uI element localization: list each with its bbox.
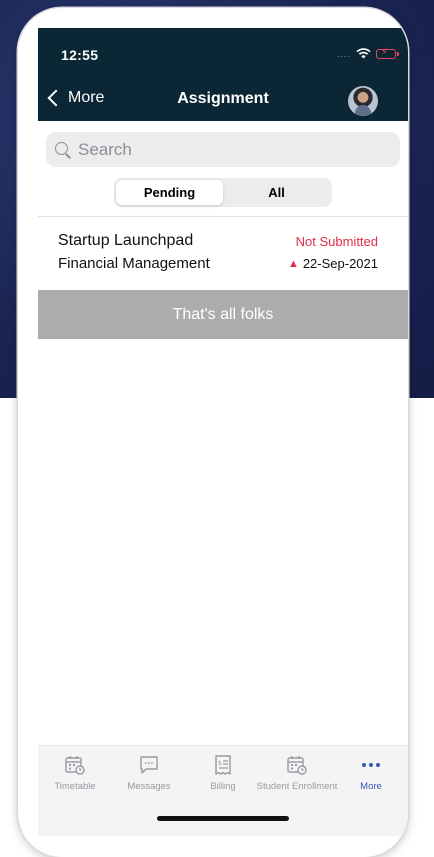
calendar-clock-icon bbox=[286, 754, 308, 776]
warning-icon: ▲ bbox=[287, 257, 299, 270]
svg-text:$: $ bbox=[218, 760, 222, 767]
submission-status: Not Submitted bbox=[295, 234, 378, 249]
app-header: 12:55 .... ⚡ More Assignment bbox=[38, 28, 408, 121]
divider bbox=[38, 216, 408, 217]
phone-frame: 12:55 .... ⚡ More Assignment Search Pend… bbox=[18, 8, 408, 857]
status-icons: .... ⚡ bbox=[336, 47, 399, 59]
assignment-subject: Financial Management bbox=[58, 255, 210, 272]
tab-messages[interactable]: Messages bbox=[112, 754, 186, 792]
chat-bubble-icon bbox=[138, 754, 160, 776]
status-time: 12:55 bbox=[61, 47, 99, 63]
search-icon bbox=[54, 141, 72, 159]
tab-timetable[interactable]: Timetable bbox=[38, 754, 112, 792]
battery-charging-icon: ⚡ bbox=[376, 47, 399, 59]
more-dots-icon bbox=[360, 754, 382, 776]
tab-label: More bbox=[360, 781, 382, 792]
segment-pending[interactable]: Pending bbox=[116, 180, 223, 205]
tab-billing[interactable]: $ Billing bbox=[186, 754, 260, 792]
tab-label: Timetable bbox=[54, 781, 96, 792]
tab-bar: Timetable Messages $ Billing Student Enr… bbox=[38, 745, 408, 836]
tab-label: Billing bbox=[210, 781, 236, 792]
tab-more[interactable]: More bbox=[334, 754, 408, 792]
user-avatar[interactable] bbox=[348, 86, 378, 116]
calendar-clock-icon bbox=[64, 754, 86, 776]
tab-items: Timetable Messages $ Billing Student Enr… bbox=[38, 754, 408, 792]
app-screen: 12:55 .... ⚡ More Assignment Search Pend… bbox=[38, 28, 408, 836]
search-bar[interactable] bbox=[46, 132, 400, 167]
tab-student-enrollment[interactable]: Student Enrollment bbox=[257, 754, 337, 792]
signal-icon: .... bbox=[336, 48, 351, 59]
filter-segmented-control: Pending All bbox=[114, 178, 332, 207]
tab-label: Student Enrollment bbox=[256, 781, 338, 792]
end-of-list-banner: That's all folks bbox=[38, 290, 408, 339]
receipt-icon: $ bbox=[212, 754, 234, 776]
nav-bar: More Assignment bbox=[38, 86, 408, 116]
wifi-icon bbox=[356, 48, 371, 59]
due-date-text: 22-Sep-2021 bbox=[302, 256, 378, 271]
segment-all[interactable]: All bbox=[223, 180, 330, 205]
due-date: ▲ 22-Sep-2021 bbox=[288, 256, 378, 271]
assignment-title: Startup Launchpad bbox=[58, 232, 194, 249]
assignment-row[interactable]: Startup Launchpad Financial Management N… bbox=[38, 224, 408, 288]
tab-label: Messages bbox=[127, 781, 171, 792]
search-input[interactable] bbox=[76, 138, 380, 161]
home-indicator[interactable] bbox=[157, 816, 289, 821]
